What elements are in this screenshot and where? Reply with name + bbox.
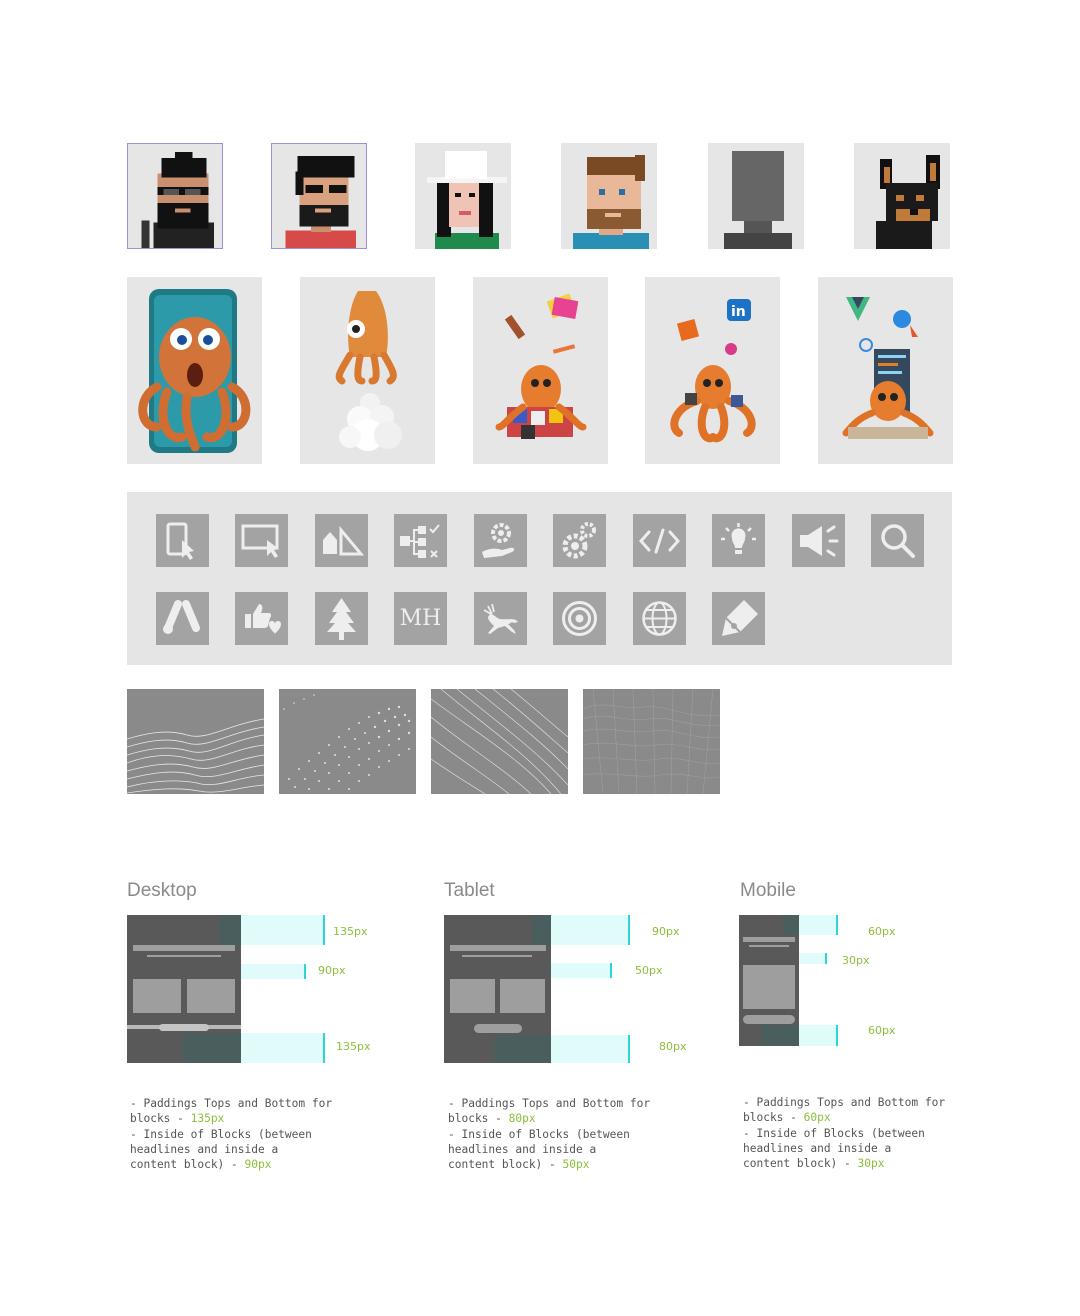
mobile-title: Mobile: [740, 880, 796, 901]
octopus-rocket-illustration[interactable]: [300, 277, 435, 464]
mobile-layout-diagram: [739, 915, 939, 1050]
mobile-guide-inner: 30px: [842, 954, 870, 967]
mh-monogram-icon[interactable]: MH: [394, 592, 447, 645]
octopus-smartphone-illustration[interactable]: [127, 277, 262, 464]
code-icon[interactable]: [633, 514, 686, 567]
avatar-man-brown-hair[interactable]: [561, 143, 657, 249]
desktop-guide-inner: 90px: [318, 964, 346, 977]
tablet-guide-bottom: 80px: [659, 1040, 687, 1053]
tablet-guide-inner: 50px: [635, 964, 663, 977]
tablet-title: Tablet: [444, 880, 495, 901]
svg-text:in: in: [731, 304, 746, 320]
tablet-spacing-note: - Paddings Tops and Bottom for blocks - …: [448, 1097, 651, 1172]
mobile-guide-top: 60px: [868, 925, 896, 938]
sitemap-icon[interactable]: [394, 514, 447, 567]
wave-lines-texture[interactable]: [127, 689, 264, 794]
megaphone-icon[interactable]: [792, 514, 845, 567]
pen-icon[interactable]: [712, 592, 765, 645]
desktop-guide-bottom: 135px: [336, 1040, 371, 1053]
search-icon[interactable]: [871, 514, 924, 567]
desktop-spacing-note: - Paddings Tops and Bottom for blocks - …: [130, 1097, 333, 1172]
avatar-placeholder-silhouette[interactable]: [708, 143, 804, 249]
lightbulb-icon[interactable]: [712, 514, 765, 567]
deer-icon[interactable]: [474, 592, 527, 645]
mobile-guide-bottom: 60px: [868, 1024, 896, 1037]
avatar-bearded-man-sunglasses[interactable]: [127, 143, 223, 249]
octopus-design-tools-illustration[interactable]: [473, 277, 608, 464]
icon-set-panel: MH: [127, 492, 952, 665]
mobile-click-icon[interactable]: [156, 514, 209, 567]
hand-gear-icon[interactable]: [474, 514, 527, 567]
diagonal-lines-texture[interactable]: [431, 689, 568, 794]
mh-monogram-text: MH: [399, 606, 442, 631]
avatar-woman-white-hat[interactable]: [415, 143, 511, 249]
octopus-web-development-illustration[interactable]: [818, 277, 953, 464]
avatar-man-sunglasses-red-shirt[interactable]: [271, 143, 367, 249]
globe-icon[interactable]: [633, 592, 686, 645]
dot-grid-texture[interactable]: [279, 689, 416, 794]
mesh-terrain-texture[interactable]: [583, 689, 720, 794]
avatar-doberman-dog[interactable]: [854, 143, 950, 249]
shapes-icon[interactable]: [315, 514, 368, 567]
thumbs-up-heart-icon[interactable]: [235, 592, 288, 645]
desktop-guide-top: 135px: [333, 925, 368, 938]
mobile-spacing-note: - Paddings Tops and Bottom for blocks - …: [743, 1096, 946, 1171]
google-ads-icon[interactable]: [156, 592, 209, 645]
desktop-click-icon[interactable]: [235, 514, 288, 567]
desktop-title: Desktop: [127, 880, 197, 901]
octopus-social-media-illustration[interactable]: in: [645, 277, 780, 464]
tablet-guide-top: 90px: [652, 925, 680, 938]
tree-icon[interactable]: [315, 592, 368, 645]
target-icon[interactable]: [553, 592, 606, 645]
gears-icon[interactable]: [553, 514, 606, 567]
